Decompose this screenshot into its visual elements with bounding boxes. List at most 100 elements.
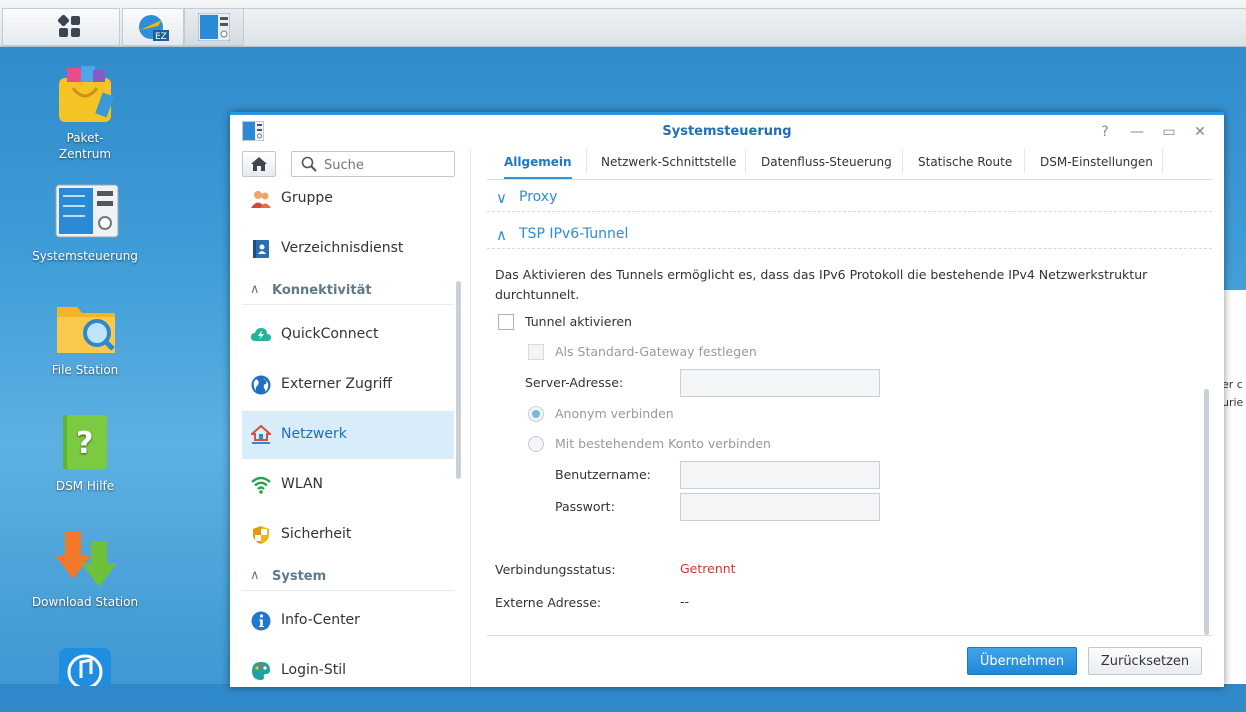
home-button[interactable] [242,151,276,177]
home-icon [251,157,267,171]
verbindungsstatus-value: Getrennt [680,561,736,576]
standard-gateway-label: Als Standard-Gateway festlegen [555,344,757,359]
control-panel-icon [55,183,119,243]
file-station-icon [55,297,115,357]
control-panel-icon [198,13,230,41]
benutzername-label: Benutzername: [555,467,651,482]
tab-separator [1162,149,1163,173]
network-home-icon [251,425,271,444]
taskbar-ez-internet-button[interactable]: EZ [122,8,184,46]
sidebar-item-label: Sicherheit [281,526,352,542]
verbindungsstatus-label: Verbindungsstatus: [495,562,616,577]
sidebar-item-gruppe[interactable]: Gruppe [242,175,454,223]
sidebar-item-label: Info-Center [281,612,360,628]
desktop-icon-audio-station[interactable] [30,646,140,712]
sidebar-item-label: Externer Zugriff [281,376,393,392]
desktop-icon-dsm-hilfe[interactable]: ? DSM Hilfe [30,413,140,493]
sidebar-item-externer-zugriff[interactable]: Externer Zugriff [242,361,454,409]
section-header-tsp-ipv6-tunnel[interactable]: ∧ TSP IPv6-Tunnel [487,223,1212,249]
tab-datenfluss-steuerung[interactable]: Datenfluss-Steuerung [761,155,892,179]
section-header-proxy[interactable]: ∨ Proxy [487,186,1212,212]
desktop-icon-paket-zentrum[interactable]: Paket- Zentrum [30,64,140,162]
sidebar-section-konnektivitaet[interactable]: ∧ Konnektivität [242,279,454,305]
tab-allgemein[interactable]: Allgemein [504,155,572,179]
systemsteuerung-window: Systemsteuerung ? — ▭ ✕ Gruppe [230,112,1224,687]
tab-separator [1024,149,1025,173]
benutzername-input[interactable] [680,461,880,489]
tunnel-aktivieren-checkbox[interactable] [498,314,514,330]
sidebar-item-label: Gruppe [281,190,333,206]
taskbar: EZ [0,0,1246,47]
chevron-up-icon: ∧ [250,568,260,583]
sidebar-item-label: Login-Stil [281,662,346,678]
main-menu-icon [57,14,81,38]
sidebar-section-system[interactable]: ∧ System [242,565,454,591]
anonym-verbinden-label: Anonym verbinden [555,406,674,421]
background-window-text: er c [1222,378,1243,391]
desktop-icon-file-station[interactable]: File Station [30,297,140,377]
sidebar-item-label: QuickConnect [281,326,379,342]
standard-gateway-checkbox[interactable] [528,344,544,360]
desktop-icon-label: Systemsteuerung [32,249,138,263]
taskbar-systemsteuerung-button[interactable] [184,8,244,46]
wifi-icon [251,476,271,494]
sidebar-item-sicherheit[interactable]: Sicherheit [242,511,454,559]
server-adresse-input[interactable] [680,369,880,397]
tab-separator [745,149,746,173]
konto-verbinden-radio[interactable] [528,436,544,452]
tab-netzwerk-schnittstelle[interactable]: Netzwerk-Schnittstelle [601,155,736,179]
ez-internet-icon: EZ [139,15,169,42]
ez-badge-text: EZ [155,32,167,42]
sidebar-item-label: Netzwerk [281,426,347,442]
window-title: Systemsteuerung [662,124,792,139]
help-button[interactable]: ? [1096,123,1114,141]
content-scrollbar[interactable] [1204,389,1209,635]
close-button[interactable]: ✕ [1191,123,1209,141]
tab-bar: Allgemein Netzwerk-Schnittstelle Datenfl… [487,149,1212,180]
apply-button[interactable]: Übernehmen [967,647,1077,675]
maximize-button[interactable]: ▭ [1160,123,1178,141]
group-icon [251,191,271,208]
sidebar-item-login-stil[interactable]: Login-Stil [242,647,454,687]
sidebar-item-quickconnect[interactable]: QuickConnect [242,311,454,359]
sidebar-item-info-center[interactable]: Info-Center [242,597,454,645]
desktop-icon-systemsteuerung[interactable]: Systemsteuerung [30,183,140,263]
reset-button[interactable]: Zurücksetzen [1088,647,1202,675]
sidebar-item-verzeichnisdienst[interactable]: Verzeichnisdienst [242,225,454,273]
desktop-icon-download-station[interactable]: Download Station [30,529,140,609]
music-note-icon [55,646,115,706]
externe-adresse-value: -- [680,594,690,609]
sidebar-scrollbar[interactable] [456,281,461,479]
quickconnect-icon [251,328,271,341]
anonym-verbinden-radio[interactable] [528,406,544,422]
main-menu-button[interactable] [2,8,120,46]
background-window-text: urie [1222,396,1244,409]
section-title: TSP IPv6-Tunnel [519,226,629,242]
sidebar-item-wlan[interactable]: WLAN [242,461,454,509]
passwort-label: Passwort: [555,499,615,514]
sidebar-item-label: WLAN [281,476,324,492]
sidebar-item-netzwerk[interactable]: Netzwerk [242,411,454,459]
tunnel-aktivieren-label: Tunnel aktivieren [525,314,632,329]
tab-separator [902,149,903,173]
tab-statische-route[interactable]: Statische Route [918,155,1012,179]
tab-separator [586,149,587,173]
window-titlebar[interactable]: Systemsteuerung ? — ▭ ✕ [230,115,1224,149]
sidebar: Gruppe Verzeichnisdienst ∧ Konnektivität… [230,149,471,687]
chevron-down-icon: ∨ [496,189,507,207]
desktop-icon-label: DSM Hilfe [55,479,115,493]
info-icon [251,611,271,631]
sidebar-section-label: Konnektivität [272,283,372,298]
search-box[interactable] [291,151,455,177]
desktop-icon-label: Paket- Zentrum [58,131,112,161]
chevron-up-icon: ∧ [250,282,260,297]
search-icon [301,156,317,172]
externe-adresse-label: Externe Adresse: [495,595,602,610]
tab-dsm-einstellungen[interactable]: DSM-Einstellungen [1040,155,1153,179]
minimize-button[interactable]: — [1128,123,1146,141]
sidebar-item-label: Verzeichnisdienst [281,240,404,256]
passwort-input[interactable] [680,493,880,521]
search-input[interactable] [322,155,451,175]
tsp-description: Das Aktivieren des Tunnels ermöglicht es… [495,267,1148,302]
package-center-icon [55,64,115,124]
